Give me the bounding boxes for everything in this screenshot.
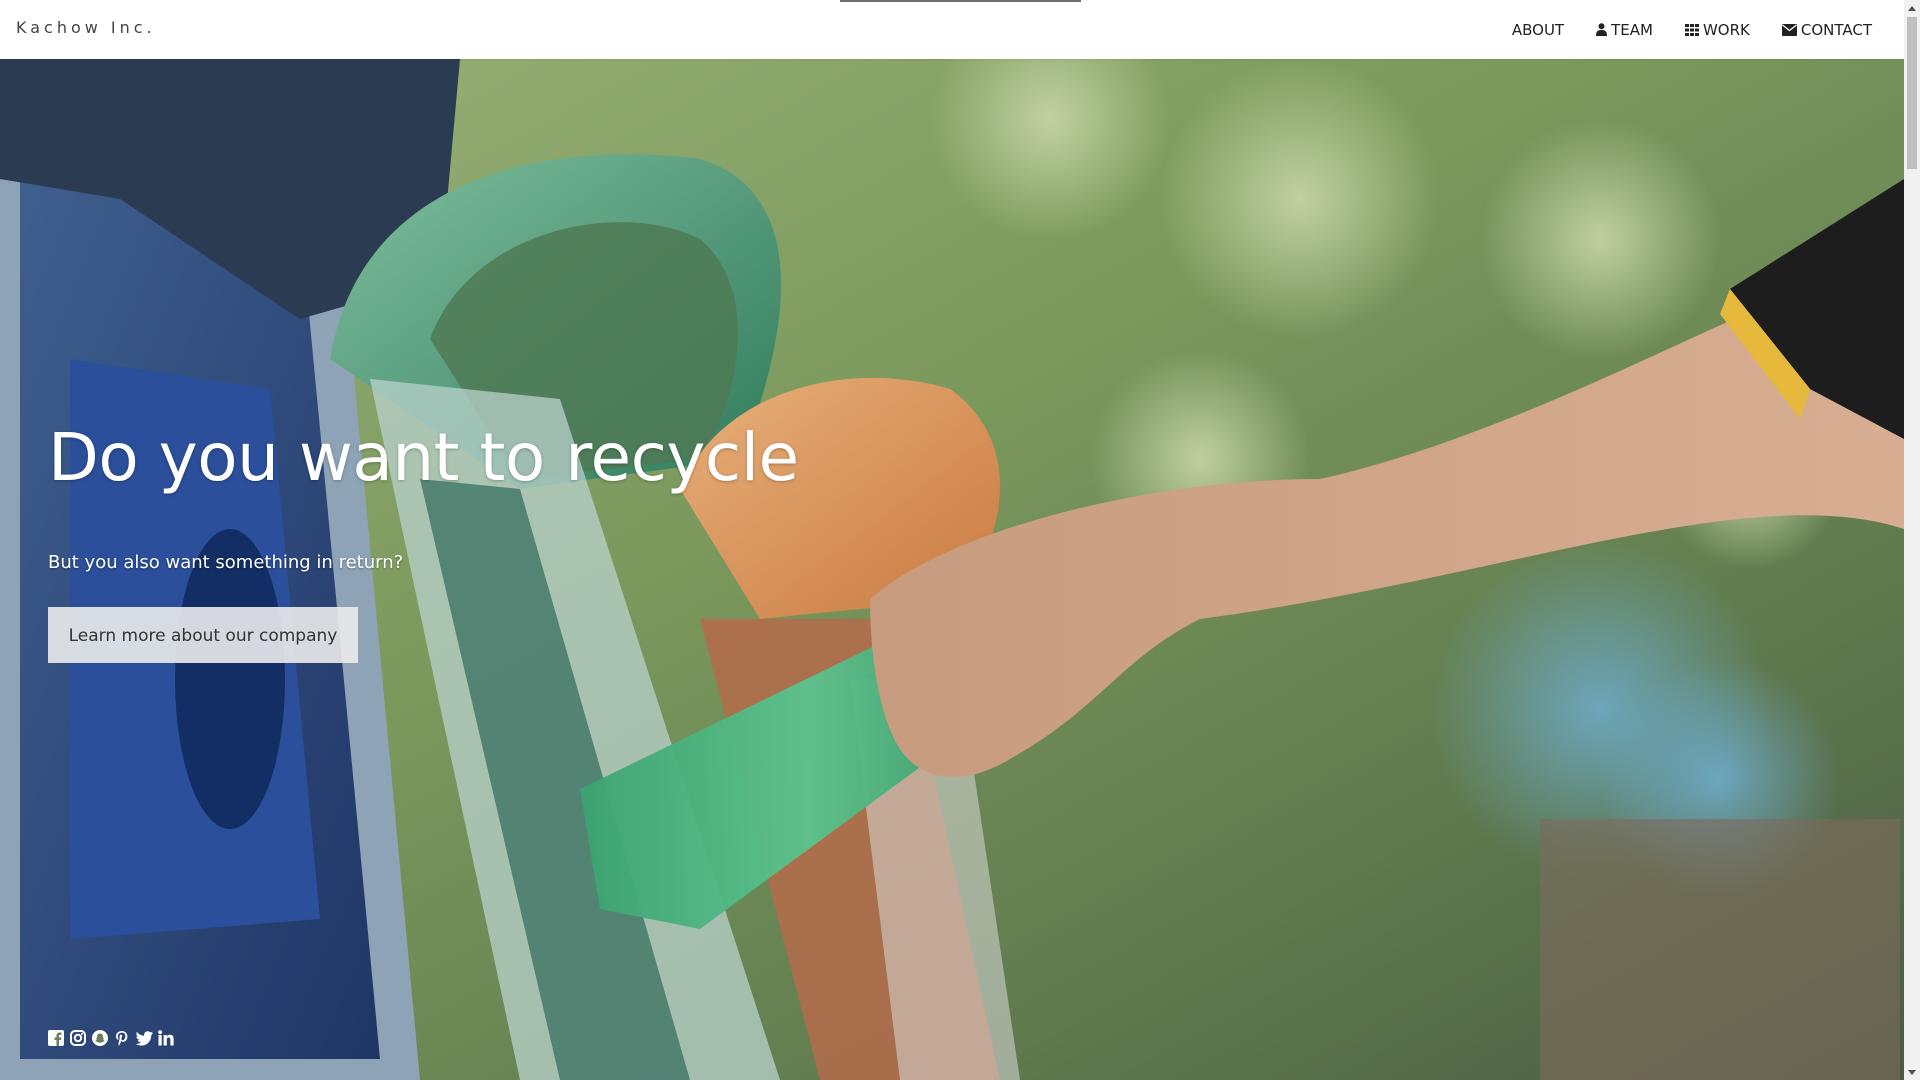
nav-contact-label: CONTACT [1800, 20, 1872, 39]
grid-icon [1684, 23, 1699, 36]
nav-links: ABOUT TEAM WORK CONTACT [1496, 0, 1888, 59]
hero-section: Do you want to recycle But you also want… [0, 59, 1904, 1080]
pinterest-icon[interactable] [113, 1029, 131, 1047]
nav-team-label: TEAM [1611, 20, 1653, 39]
snapchat-icon[interactable] [91, 1029, 109, 1047]
page-load-indicator [840, 0, 1081, 2]
page: Kachow Inc. ABOUT TEAM WORK CONTACT Do y… [0, 0, 1920, 1080]
scroll-down-arrow-icon[interactable] [1904, 1064, 1920, 1080]
twitter-icon[interactable] [135, 1029, 153, 1047]
linkedin-icon[interactable] [157, 1029, 175, 1047]
hero-subtitle: But you also want something in return? [48, 552, 404, 573]
nav-work[interactable]: WORK [1669, 21, 1766, 39]
nav-about-label: ABOUT [1511, 20, 1565, 39]
nav-work-label: WORK [1702, 20, 1750, 39]
nav-about[interactable]: ABOUT [1496, 21, 1580, 39]
scrollbar-thumb[interactable] [1907, 17, 1917, 169]
brand-logo[interactable]: Kachow Inc. [16, 18, 156, 37]
instagram-icon[interactable] [69, 1029, 87, 1047]
social-links [47, 1029, 175, 1047]
scroll-up-arrow-icon[interactable] [1904, 0, 1920, 16]
nav-contact[interactable]: CONTACT [1766, 21, 1888, 39]
navbar: Kachow Inc. ABOUT TEAM WORK CONTACT [0, 0, 1904, 59]
hero-content: Do you want to recycle But you also want… [48, 419, 799, 663]
learn-more-button[interactable]: Learn more about our company [48, 607, 358, 663]
hero-title: Do you want to recycle [48, 419, 799, 496]
nav-team[interactable]: TEAM [1580, 21, 1669, 39]
user-icon [1596, 23, 1608, 36]
facebook-icon[interactable] [47, 1029, 65, 1047]
page-scrollbar[interactable] [1904, 0, 1920, 1080]
envelope-icon [1781, 23, 1797, 36]
